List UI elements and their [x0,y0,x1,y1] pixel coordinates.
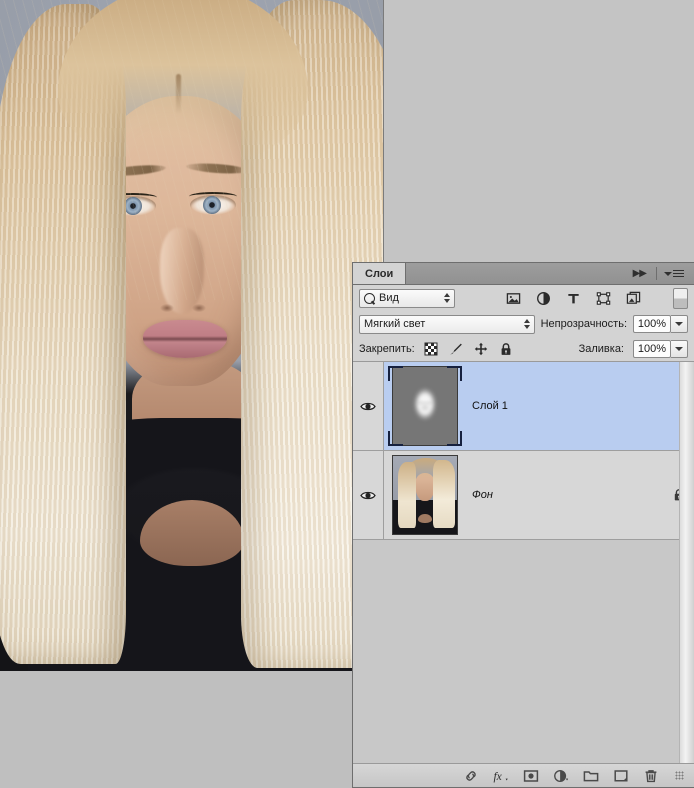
layer-list[interactable]: Слой 1 Фон [353,362,694,763]
layer-thumbnail[interactable] [392,366,458,446]
document-window[interactable] [0,0,384,788]
tab-separator [656,267,657,280]
opacity-label: Непрозрачность: [540,318,627,330]
fill-control[interactable]: 100% [633,340,688,358]
eye-icon [360,491,376,499]
opacity-dropdown-icon[interactable] [671,315,688,333]
layer-list-scrollbar[interactable] [679,362,694,763]
layer-name: Фон [472,489,493,501]
filter-kind-select[interactable]: Вид [359,288,455,308]
panel-tab-bar: Слои ▶▶ [353,263,694,285]
canvas-image[interactable] [0,0,383,671]
filter-shape-icon[interactable] [596,291,611,306]
add-layer-mask-icon[interactable] [523,768,539,784]
link-layers-icon[interactable] [463,768,479,784]
thumbnail-portrait [393,456,457,534]
lock-row: Закрепить: Заливка: 100% [353,337,694,362]
fill-input[interactable]: 100% [633,340,671,358]
layer-style-fx-icon[interactable]: fx [493,768,509,784]
new-adjustment-layer-icon[interactable] [553,768,569,784]
delete-layer-icon[interactable] [643,768,659,784]
photo-lips [143,320,227,358]
photo-lashes-right [189,192,237,201]
lock-label: Закрепить: [359,343,415,355]
tab-bar-spacer [406,263,629,284]
filter-kind-value: Вид [379,292,399,304]
lock-pixels-icon[interactable] [449,342,463,356]
filter-pixel-icon[interactable] [506,291,521,306]
layer-thumbnail[interactable] [392,455,458,535]
layer-visibility-toggle[interactable] [353,362,384,450]
eye-icon [360,402,376,410]
filter-type-icons [461,291,667,306]
lock-transparency-icon[interactable] [424,342,438,356]
layer-name-cell[interactable]: Фон [466,451,664,539]
opacity-input[interactable]: 100% [633,315,671,333]
blend-mode-stepper-icon[interactable] [523,319,530,329]
layer-thumbnail-cell[interactable] [384,362,466,450]
panel-tab-controls: ▶▶ [630,263,694,284]
layer-row[interactable]: Слой 1 [353,362,694,451]
layer-thumbnail-cell[interactable] [384,451,466,539]
layers-panel[interactable]: Слои ▶▶ Вид Мягкий свет Непрозрачность: … [352,262,694,788]
layer-filter-row: Вид [353,285,694,311]
svg-text:fx: fx [493,771,502,783]
opacity-control[interactable]: 100% [633,315,688,333]
panel-menu-icon[interactable] [664,270,688,277]
photo-hair-top [58,0,308,164]
resize-grip-icon[interactable] [675,771,684,780]
lock-all-icon[interactable] [499,342,513,356]
tab-layers[interactable]: Слои [353,263,407,284]
new-group-icon[interactable] [583,768,599,784]
menu-lines-icon [673,270,684,277]
filter-type-icon[interactable] [566,291,581,306]
lock-icons [424,342,513,356]
layer-name-cell[interactable]: Слой 1 [466,362,664,450]
layer-row[interactable]: Фон [353,451,694,540]
fill-label: Заливка: [578,343,624,355]
layer-name: Слой 1 [472,400,508,412]
blend-mode-select[interactable]: Мягкий свет [359,314,535,334]
filter-smart-object-icon[interactable] [626,291,641,306]
lock-position-icon[interactable] [474,342,488,356]
layers-bottom-toolbar: fx [353,763,694,787]
filter-enable-toggle[interactable] [673,287,688,309]
blend-mode-row: Мягкий свет Непрозрачность: 100% [353,311,694,337]
updown-stepper-icon[interactable] [444,293,450,303]
photo-hair-part [176,74,181,114]
fill-dropdown-icon[interactable] [671,340,688,358]
filter-adjustment-icon[interactable] [536,291,551,306]
collapse-panel-icon[interactable]: ▶▶ [630,268,649,279]
blend-mode-value: Мягкий свет [364,318,426,330]
layer-visibility-toggle[interactable] [353,451,384,539]
search-icon [361,290,378,306]
new-layer-icon[interactable] [613,768,629,784]
tab-layers-label: Слои [365,267,394,280]
chevron-down-icon [664,271,672,276]
photo-nostrils [157,300,209,316]
